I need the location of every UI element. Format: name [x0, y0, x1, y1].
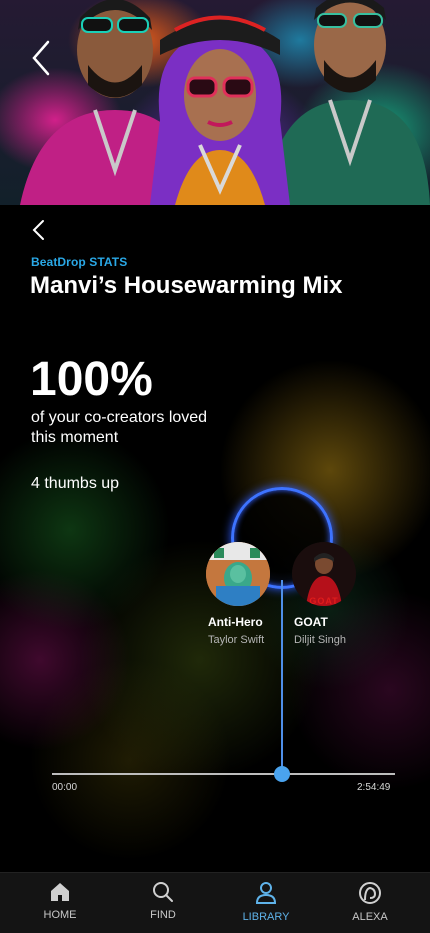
- track-cover-goat[interactable]: GOAT: [292, 542, 356, 606]
- nav-label: HOME: [43, 909, 77, 921]
- hero-image: [0, 0, 430, 205]
- timeline-end-time: 2:54:49: [357, 782, 391, 793]
- track-artist: Diljit Singh: [294, 634, 346, 646]
- timeline-start-time: 00:00: [52, 782, 78, 793]
- brand-label: BeatDrop STATS: [31, 255, 128, 269]
- album-art-text: GOAT: [309, 596, 339, 606]
- album-art-image: [206, 542, 270, 606]
- person-icon: [255, 882, 277, 904]
- stat-description: of your co-creators loved this moment: [31, 409, 208, 446]
- track-artist: Taylor Swift: [208, 634, 265, 646]
- alexa-icon: [359, 882, 381, 904]
- moment-marker-line: [280, 580, 283, 775]
- timeline-track[interactable]: [52, 773, 395, 775]
- stat-percent: 100%: [30, 353, 153, 406]
- track-cover-anti-hero[interactable]: [206, 542, 270, 606]
- nav-label: FIND: [150, 909, 176, 921]
- nav-label: ALEXA: [352, 911, 388, 923]
- search-icon: [153, 882, 173, 902]
- page-title: Manvi’s Housewarming Mix: [30, 272, 343, 299]
- timeline-scrubber[interactable]: [273, 766, 290, 782]
- nav-label: LIBRARY: [242, 911, 290, 923]
- nav-item-home[interactable]: HOME: [20, 881, 100, 921]
- bottom-nav: HOME FIND LIBRARY ALEXA: [0, 872, 430, 933]
- nav-item-library[interactable]: LIBRARY: [226, 881, 306, 923]
- hero-illustration: [20, 0, 430, 205]
- nav-item-find[interactable]: FIND: [123, 881, 203, 921]
- chevron-left-icon: [32, 220, 44, 240]
- home-icon: [51, 883, 69, 901]
- back-button[interactable]: [28, 218, 48, 242]
- track-title: Anti-Hero: [208, 615, 263, 629]
- hero-back-chevron-icon[interactable]: [28, 38, 52, 78]
- thumbs-up-count: 4 thumbs up: [31, 475, 120, 492]
- track-title: GOAT: [294, 615, 328, 629]
- nav-item-alexa[interactable]: ALEXA: [330, 881, 410, 923]
